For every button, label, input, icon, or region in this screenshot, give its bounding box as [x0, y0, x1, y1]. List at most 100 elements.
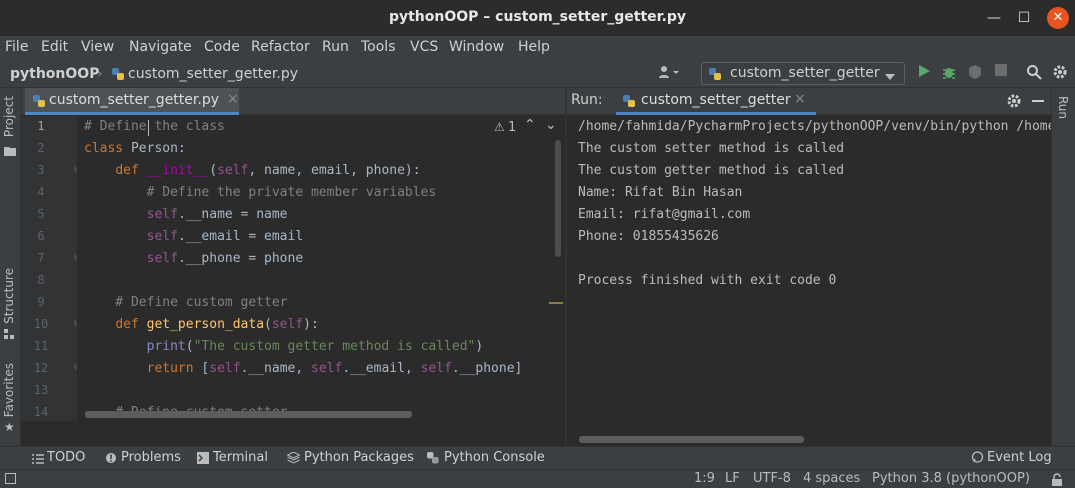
menu-edit[interactable]: Edit: [41, 39, 68, 55]
minimize-panel-icon[interactable]: [1032, 100, 1044, 102]
chevron-up-icon[interactable]: ⌃: [524, 117, 536, 133]
packages-icon: [286, 451, 301, 468]
code-editor[interactable]: # Define the class class Person: def __i…: [77, 116, 564, 421]
menu-bar: File Edit View Navigate Code Refactor Ru…: [0, 36, 1075, 60]
problems-icon: [105, 452, 117, 468]
file-encoding[interactable]: UTF-8: [753, 471, 791, 486]
favorites-tool-tab[interactable]: Favorites: [2, 363, 16, 417]
right-tool-stripe: Run: [1051, 88, 1075, 446]
menu-navigate[interactable]: Navigate: [129, 39, 192, 55]
run-console-output[interactable]: /home/fahmida/PycharmProjects/pythonOOP/…: [567, 116, 1051, 446]
run-tool-tab[interactable]: Run: [1056, 96, 1070, 119]
chevron-down-icon: [885, 70, 895, 86]
menu-help[interactable]: Help: [518, 39, 550, 55]
coverage-icon[interactable]: [966, 64, 984, 82]
menu-code[interactable]: Code: [204, 39, 240, 55]
line-number: 11: [33, 339, 49, 353]
maximize-button[interactable]: ☐: [1014, 8, 1034, 28]
user-menu-icon[interactable]: [658, 64, 679, 82]
folder-icon: [4, 144, 16, 160]
menu-vcs[interactable]: VCS: [410, 39, 438, 55]
menu-view[interactable]: View: [81, 39, 114, 55]
run-configuration-label: custom_setter_getter: [730, 65, 880, 81]
code-line: return [self.__name, self.__email, self.…: [146, 361, 523, 376]
line-number: 10: [33, 317, 49, 331]
menu-run[interactable]: Run: [322, 39, 349, 55]
menu-tools[interactable]: Tools: [361, 39, 396, 55]
code-line: def __init__(self, name, email, phone):: [115, 163, 421, 178]
navigation-bar: pythonOOP › custom_setter_getter.py cust…: [0, 60, 1075, 88]
event-log-icon: [971, 451, 984, 468]
settings-icon[interactable]: [1051, 64, 1069, 82]
line-number: 12: [33, 361, 49, 375]
structure-icon: [4, 329, 16, 345]
star-icon: ★: [4, 420, 15, 434]
code-line: # Define the class: [84, 119, 225, 134]
stop-icon[interactable]: [992, 64, 1010, 82]
code-line: self.__phone = phone: [146, 251, 304, 266]
tool-window-bar: TODO Problems Terminal Python Packages P…: [0, 446, 1075, 469]
line-number: 9: [37, 295, 45, 309]
editor-gutter: 1 2 3 4 5 6 7 9 10 11 12 8 13 14 ⊖ ⊖ ⊖ ⊖: [21, 116, 81, 421]
breadcrumb-project[interactable]: pythonOOP: [10, 66, 99, 82]
line-number: 4: [37, 185, 45, 199]
python-packages-tab[interactable]: Python Packages: [304, 450, 414, 465]
run-panel-header: Run: custom_setter_getter ×: [567, 88, 1051, 115]
editor-tab-label: custom_setter_getter.py: [49, 92, 219, 108]
settings-icon[interactable]: [1006, 93, 1022, 113]
python-file-icon: [32, 94, 46, 112]
run-panel-label: Run:: [571, 92, 603, 108]
editor-tab[interactable]: custom_setter_getter.py ×: [25, 88, 239, 115]
terminal-tab[interactable]: Terminal: [213, 450, 268, 465]
console-horizontal-scrollbar[interactable]: [579, 436, 804, 443]
line-number: 2: [37, 141, 45, 155]
line-number: 13: [33, 383, 49, 397]
problems-tab[interactable]: Problems: [121, 450, 181, 465]
line-number: 8: [37, 273, 45, 287]
structure-tool-tab[interactable]: Structure: [2, 268, 16, 324]
project-tool-tab[interactable]: Project: [2, 96, 16, 137]
code-line: print("The custom getter method is calle…: [146, 339, 484, 354]
change-marker: [549, 302, 563, 304]
chevron-down-icon[interactable]: ⌄: [545, 117, 557, 133]
status-bar: 1:9 LF UTF-8 4 spaces Python 3.8 (python…: [0, 469, 1075, 488]
close-tab-icon[interactable]: ×: [794, 91, 806, 107]
menu-refactor[interactable]: Refactor: [251, 39, 310, 55]
indent-setting[interactable]: 4 spaces: [803, 471, 860, 486]
line-number: 1: [37, 119, 45, 133]
close-button[interactable]: ✕: [1047, 7, 1069, 29]
run-tab[interactable]: custom_setter_getter ×: [616, 88, 816, 115]
caret-position[interactable]: 1:9: [694, 471, 715, 486]
search-icon[interactable]: [1025, 64, 1043, 82]
python-interpreter[interactable]: Python 3.8 (pythonOOP): [872, 471, 1030, 486]
event-log-tab[interactable]: Event Log: [987, 450, 1052, 465]
minimize-button[interactable]: —: [984, 8, 1004, 28]
python-console-tab[interactable]: Python Console: [444, 450, 545, 465]
console-line: /home/fahmida/PycharmProjects/pythonOOP/…: [578, 119, 1051, 134]
menu-file[interactable]: File: [5, 39, 28, 55]
editor-vertical-scrollbar[interactable]: [555, 140, 561, 257]
run-icon[interactable]: [915, 64, 933, 82]
toggle-tool-windows-icon[interactable]: [5, 473, 16, 484]
lock-icon[interactable]: [1051, 473, 1063, 488]
console-line: Name: Rifat Bin Hasan: [578, 185, 743, 200]
python-icon: [622, 94, 636, 112]
close-tab-icon[interactable]: ×: [227, 91, 239, 107]
editor-tab-bar: custom_setter_getter.py ×: [21, 88, 565, 115]
breadcrumb-separator-icon: ›: [97, 66, 103, 82]
console-line: Process finished with exit code 0: [578, 273, 837, 288]
code-line: self.__email = email: [146, 229, 304, 244]
line-separator[interactable]: LF: [725, 471, 740, 486]
editor-horizontal-scrollbar[interactable]: [85, 411, 412, 418]
menu-window[interactable]: Window: [449, 39, 504, 55]
warning-icon[interactable]: ⚠: [494, 120, 505, 134]
line-number: 6: [37, 229, 45, 243]
breadcrumb-file[interactable]: custom_setter_getter.py: [128, 66, 298, 82]
left-tool-stripe: Project Structure Favorites ★: [0, 88, 21, 446]
todo-tab[interactable]: TODO: [47, 450, 85, 465]
line-number: 3: [37, 163, 45, 177]
run-configuration-selector[interactable]: custom_setter_getter: [701, 62, 905, 85]
debug-icon[interactable]: [940, 64, 958, 82]
console-line: Phone: 01855435626: [578, 229, 719, 244]
code-line: self.__name = name: [146, 207, 288, 222]
